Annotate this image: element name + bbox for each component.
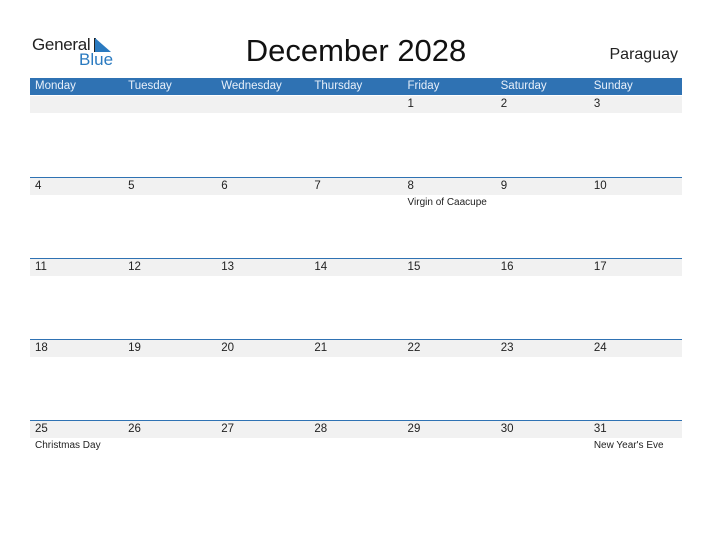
- weekday-sunday: Sunday: [593, 80, 633, 92]
- day-cell[interactable]: 17: [589, 259, 682, 340]
- day-number: 31: [593, 423, 607, 435]
- day-number: 25: [35, 423, 48, 435]
- day-number: 9: [500, 180, 508, 192]
- weekday-tuesday: Tuesday: [128, 80, 172, 92]
- day-number: 6: [221, 180, 228, 192]
- day-number: 26: [128, 423, 141, 435]
- day-cell[interactable]: 1: [403, 96, 496, 177]
- day-cell[interactable]: [123, 96, 216, 177]
- day-number: 7: [314, 180, 321, 192]
- day-cell[interactable]: 4: [30, 178, 123, 259]
- page-title: December 2028: [245, 33, 467, 68]
- day-cell[interactable]: 18: [30, 340, 123, 421]
- day-cell[interactable]: 7: [309, 178, 402, 259]
- day-number: 11: [35, 261, 47, 273]
- day-cell[interactable]: 31 New Year's Eve: [589, 421, 682, 502]
- day-cell[interactable]: 29: [403, 421, 496, 502]
- day-number: 22: [407, 342, 421, 354]
- day-cell[interactable]: 30: [496, 421, 589, 502]
- week-row: 11 12 13 14 15 16 17: [30, 258, 682, 340]
- day-number: 2: [500, 98, 508, 110]
- week-row: 4 5 6 7 8 Virgin of Caacupe 9 10: [30, 177, 682, 259]
- day-cell[interactable]: 25 Christmas Day: [30, 421, 123, 502]
- day-number: 8: [407, 180, 414, 192]
- day-number: 27: [221, 423, 235, 435]
- day-number: 4: [35, 180, 42, 192]
- day-cell[interactable]: 3: [589, 96, 682, 177]
- day-number: 17: [593, 261, 607, 273]
- day-cell[interactable]: 23: [496, 340, 589, 421]
- day-cell[interactable]: 15: [403, 259, 496, 340]
- day-number: 13: [221, 261, 235, 273]
- day-cell[interactable]: 6: [216, 178, 309, 259]
- day-cell[interactable]: [309, 96, 402, 177]
- weekday-monday: Monday: [35, 80, 76, 92]
- day-number: 28: [314, 423, 328, 435]
- day-cell[interactable]: [216, 96, 309, 177]
- day-number: 1: [407, 98, 414, 110]
- day-cell[interactable]: 26: [123, 421, 216, 502]
- day-cell[interactable]: 8 Virgin of Caacupe: [403, 178, 496, 259]
- day-cell[interactable]: 21: [309, 340, 402, 421]
- weekday-wednesday: Wednesday: [221, 80, 282, 92]
- weekday-saturday: Saturday: [500, 80, 547, 92]
- holiday-label: New Year's Eve: [593, 440, 664, 451]
- day-cell[interactable]: 27: [216, 421, 309, 502]
- day-number: 30: [500, 423, 514, 435]
- day-cell[interactable]: [30, 96, 123, 177]
- weekday-thursday: Thursday: [314, 80, 363, 92]
- day-number: 10: [593, 180, 607, 192]
- day-number: 3: [593, 98, 601, 110]
- holiday-label: Virgin of Caacupe: [407, 197, 487, 208]
- day-cell[interactable]: 22: [403, 340, 496, 421]
- day-cell[interactable]: 24: [589, 340, 682, 421]
- day-cell[interactable]: 2: [496, 96, 589, 177]
- day-cell[interactable]: 12: [123, 259, 216, 340]
- day-cell[interactable]: 10: [589, 178, 682, 259]
- day-cell[interactable]: 14: [309, 259, 402, 340]
- day-number: 5: [128, 180, 135, 192]
- weekday-header: Monday Tuesday Wednesday Thursday Friday…: [30, 78, 682, 95]
- day-number: 18: [35, 342, 48, 354]
- day-number: 29: [407, 423, 421, 435]
- day-cell[interactable]: 5: [123, 178, 216, 259]
- day-number: 15: [407, 261, 421, 273]
- day-cell[interactable]: 11: [30, 259, 123, 340]
- day-cell[interactable]: 9: [496, 178, 589, 259]
- day-cell[interactable]: 20: [216, 340, 309, 421]
- country-label: Paraguay: [609, 46, 679, 63]
- day-number: 21: [314, 342, 328, 354]
- holiday-label: Christmas Day: [35, 440, 101, 451]
- day-number: 23: [500, 342, 514, 354]
- day-number: 12: [128, 261, 141, 273]
- day-number: 24: [593, 342, 607, 354]
- day-number: 16: [500, 261, 514, 273]
- weekday-friday: Friday: [407, 80, 440, 92]
- week-row: 1 2 3: [30, 96, 682, 177]
- day-number: 14: [314, 261, 328, 273]
- day-number: 20: [221, 342, 235, 354]
- day-cell[interactable]: 16: [496, 259, 589, 340]
- day-cell[interactable]: 28: [309, 421, 402, 502]
- day-number: 19: [128, 342, 141, 354]
- day-cell[interactable]: 13: [216, 259, 309, 340]
- week-row: 25 Christmas Day 26 27 28 29 30 31 New Year's Ev…: [30, 420, 682, 502]
- week-row: 18 19 20 21 22 23 24: [30, 339, 682, 421]
- day-cell[interactable]: 19: [123, 340, 216, 421]
